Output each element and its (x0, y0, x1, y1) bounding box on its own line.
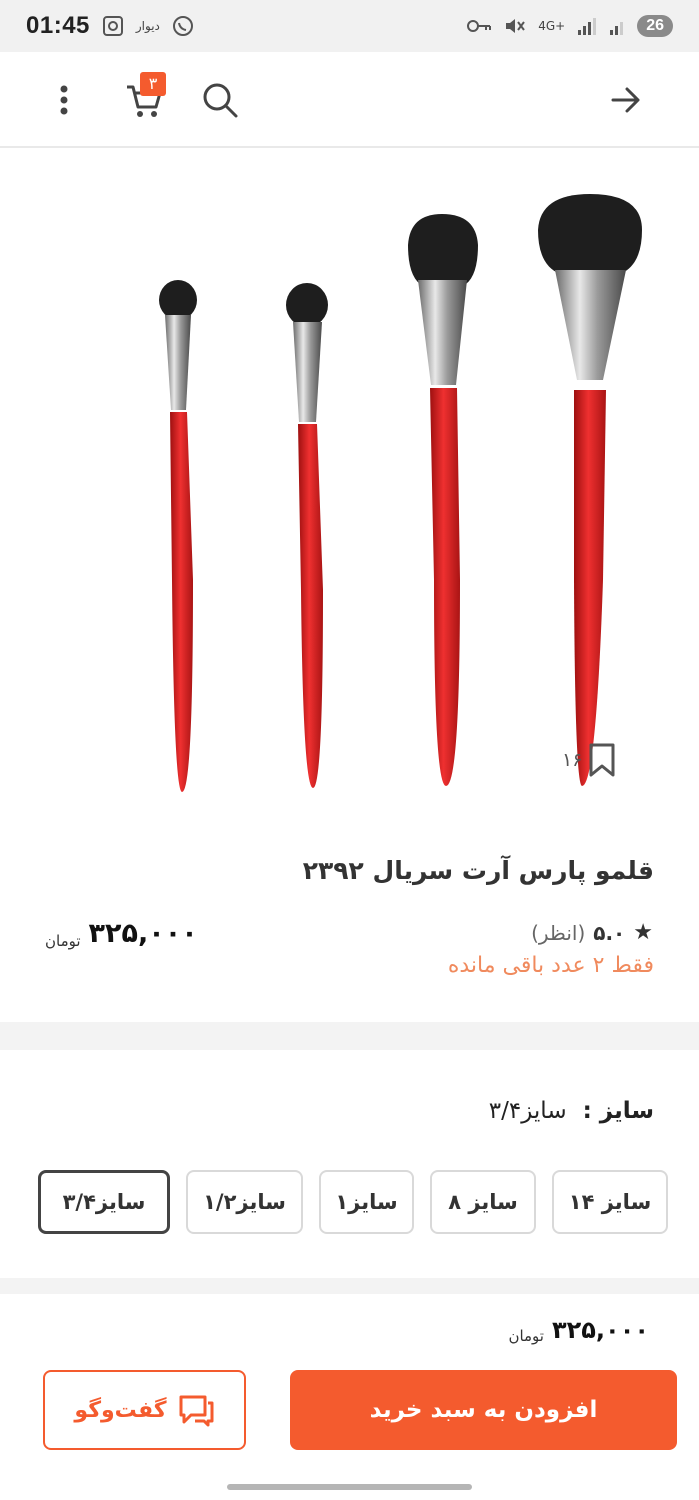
status-time: 01:45 (26, 12, 90, 39)
status-right: 4G+ 26 (466, 15, 673, 37)
section-divider-2 (0, 1278, 699, 1294)
search-button[interactable] (198, 78, 242, 122)
product-price: تومان ۳۲۵,۰۰۰ (45, 918, 198, 949)
cart-button[interactable]: ۳ (120, 72, 168, 122)
back-arrow-icon (611, 87, 640, 113)
product-title: قلمو پارس آرت سریال ۲۳۹۲ (302, 856, 654, 885)
status-bar: 01:45 دیوار 4G+ 26 (0, 0, 699, 52)
size-option-1[interactable]: سایز۱ (319, 1170, 414, 1234)
stock-note: فقط ۲ عدد باقی مانده (447, 953, 654, 978)
size-option-14[interactable]: سایز ۱۴ (552, 1170, 668, 1234)
bookmark-button[interactable]: ۱۶ (562, 742, 618, 778)
bookmark-count: ۱۶ (562, 749, 583, 771)
app-header: ۳ (0, 52, 699, 148)
chat-button[interactable]: گفت‌وگو (43, 1370, 246, 1450)
rating-value: ۵.۰ (593, 920, 626, 945)
whatsapp-icon (172, 15, 194, 37)
mute-icon (504, 16, 526, 36)
size-option-8[interactable]: سایز ۸ (430, 1170, 536, 1234)
rating-row[interactable]: ★ ۵.۰ (انظر) (531, 920, 653, 945)
signal-icon-2 (609, 17, 625, 35)
chat-button-label: گفت‌وگو (74, 1397, 167, 1423)
product-image[interactable] (0, 150, 699, 822)
size-options: سایز ۱۴ سایز ۸ سایز۱ سایز۱/۲ سایز۳/۴ (38, 1170, 668, 1234)
size-option-3-4[interactable]: سایز۳/۴ (38, 1170, 170, 1234)
signal-icon (577, 17, 597, 35)
brush-1 (159, 280, 197, 792)
key-icon (466, 18, 492, 34)
chat-icon (179, 1395, 214, 1427)
more-vertical-icon (60, 85, 68, 115)
bottom-price: تومان ۳۲۵,۰۰۰ (508, 1316, 649, 1344)
brush-set-illustration (159, 194, 642, 792)
status-left: 01:45 دیوار (26, 12, 194, 40)
rating-reviews: (انظر) (531, 920, 586, 945)
home-indicator[interactable] (227, 1484, 472, 1490)
divar-app-label: دیوار (135, 19, 160, 33)
back-button[interactable] (604, 78, 648, 122)
star-icon: ★ (633, 920, 653, 945)
bookmark-icon (589, 743, 615, 777)
add-to-cart-button[interactable]: افزودن به سبد خرید (290, 1370, 677, 1450)
network-type: 4G+ (538, 19, 566, 33)
bottom-currency-label: تومان (508, 1327, 544, 1345)
size-label-row: سایز : سایز۳/۴ (489, 1098, 654, 1124)
currency-label: تومان (45, 932, 81, 950)
brush-3 (408, 214, 478, 786)
bottom-price-value: ۳۲۵,۰۰۰ (551, 1316, 649, 1344)
price-value: ۳۲۵,۰۰۰ (88, 918, 198, 949)
size-selected-value: سایز۳/۴ (488, 1098, 567, 1124)
brush-4 (538, 194, 642, 786)
screenshot-icon (102, 15, 124, 37)
search-icon (203, 83, 238, 118)
section-divider (0, 1022, 699, 1050)
size-label: سایز : (582, 1098, 654, 1124)
size-option-1-2[interactable]: سایز۱/۲ (186, 1170, 303, 1234)
battery-level: 26 (637, 15, 673, 37)
more-menu-button[interactable] (44, 78, 84, 122)
brush-2 (286, 283, 328, 788)
cart-count-badge: ۳ (140, 72, 166, 96)
